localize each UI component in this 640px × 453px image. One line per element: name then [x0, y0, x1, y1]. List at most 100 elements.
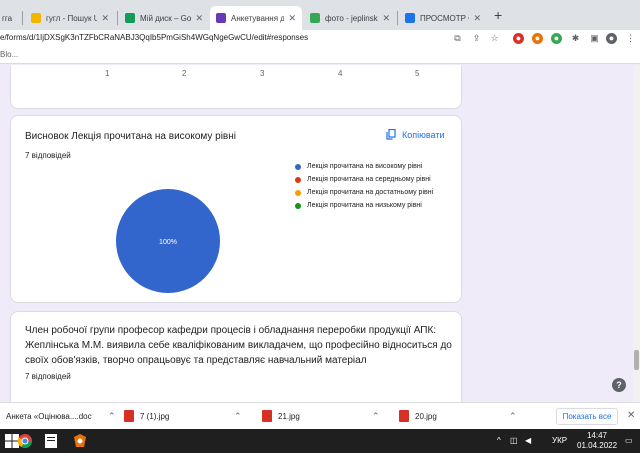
- scrollbar[interactable]: [633, 65, 640, 402]
- tab-label: гга: [2, 13, 13, 23]
- question-title-line: Член робочої групи професор кафедри проц…: [25, 325, 437, 336]
- extension-green-icon[interactable]: ●: [551, 33, 562, 44]
- download-item[interactable]: 21.jpg ⌃: [262, 408, 382, 424]
- legend-item: Лекція прочитана на середньому рівні: [295, 176, 431, 183]
- bookmarks-bar: Blo...: [0, 48, 640, 64]
- file-icon: [262, 410, 272, 422]
- copy-label: Копіювати: [402, 129, 445, 140]
- bookmark-item[interactable]: Blo...: [0, 50, 18, 59]
- pie-slice-label: 100%: [159, 239, 177, 246]
- app-shield-icon[interactable]: [72, 433, 88, 449]
- url-field[interactable]: e/forms/d/1IjDXSgK3nTZFbCRaNABJ3QqIb5PmG…: [0, 33, 308, 42]
- tab-label: гугл - Пошук UK: [46, 13, 98, 23]
- legend-label: Лекція прочитана на середньому рівні: [307, 176, 431, 183]
- help-icon[interactable]: ?: [612, 378, 626, 392]
- close-icon[interactable]: ✕: [627, 410, 635, 421]
- download-item[interactable]: 20.jpg ⌃: [399, 408, 519, 424]
- axis-tick: 1: [105, 69, 110, 78]
- notifications-icon[interactable]: ▭: [625, 436, 633, 445]
- clock[interactable]: 14:47 01.04.2022: [577, 431, 617, 451]
- legend-item: Лекція прочитана на високому рівні: [295, 163, 422, 170]
- download-filename: Анкета «Оцінюва....doc: [6, 411, 92, 421]
- sidepanel-icon[interactable]: ▣: [589, 33, 600, 44]
- close-icon[interactable]: ✕: [473, 13, 481, 24]
- close-icon[interactable]: ✕: [101, 13, 109, 24]
- legend-label: Лекція прочитана на низькому рівні: [307, 202, 422, 209]
- volume-icon[interactable]: ◀: [525, 436, 531, 445]
- axis-tick: 5: [415, 69, 420, 78]
- menu-kebab-icon[interactable]: ⋮: [625, 33, 636, 44]
- language-indicator[interactable]: УКР: [552, 436, 567, 445]
- tab-label: Анкетування да: [231, 13, 285, 23]
- legend-swatch: [295, 189, 301, 196]
- extensions-puzzle-icon[interactable]: ✱: [570, 33, 581, 44]
- question-title: Висновок Лекція прочитана на високому рі…: [25, 131, 236, 142]
- tab-3[interactable]: Мій диск – Goog ✕: [119, 6, 209, 30]
- download-item[interactable]: Анкета «Оцінюва....doc ⌃: [6, 408, 116, 424]
- previous-chart-card: 1 2 3 4 5: [10, 65, 462, 109]
- tab-4-active[interactable]: Анкетування да ✕: [210, 6, 302, 30]
- close-icon[interactable]: ✕: [382, 13, 390, 24]
- response-count: 7 відповідей: [25, 372, 71, 381]
- tab-strip: гга гугл - Пошук UK ✕ Мій диск – Goog ✕ …: [0, 0, 640, 30]
- legend-item: Лекція прочитана на достатньому рівні: [295, 189, 433, 196]
- form-responses-area: 1 2 3 4 5 Висновок Лекція прочитана на в…: [0, 65, 640, 402]
- download-filename: 7 (1).jpg: [140, 411, 170, 421]
- close-icon[interactable]: ✕: [288, 13, 296, 24]
- tab-label: фото - jeplinska@: [325, 13, 378, 23]
- translate-icon[interactable]: ⧉: [452, 33, 463, 44]
- tray-chevron-icon[interactable]: ^: [497, 436, 501, 445]
- show-all-downloads-button[interactable]: Показать все: [556, 408, 618, 425]
- tab-label: Мій диск – Goog: [140, 13, 192, 23]
- file-explorer-icon[interactable]: [43, 433, 59, 449]
- copy-button[interactable]: Копіювати: [386, 129, 445, 140]
- chrome-icon[interactable]: [16, 433, 34, 449]
- avatar[interactable]: ●: [606, 33, 617, 44]
- photos-icon: [310, 13, 320, 23]
- clock-date: 01.04.2022: [577, 441, 618, 450]
- address-bar: e/forms/d/1IjDXSgK3nTZFbCRaNABJ3QqIb5PmG…: [0, 30, 640, 48]
- pie-chart: 100%: [116, 189, 220, 293]
- close-icon[interactable]: ✕: [195, 13, 203, 24]
- legend-item: Лекція прочитана на низькому рівні: [295, 202, 422, 209]
- axis-tick: 3: [260, 69, 265, 78]
- download-filename: 21.jpg: [278, 411, 300, 421]
- network-icon[interactable]: ◫: [510, 436, 518, 445]
- download-item[interactable]: 7 (1).jpg ⌃: [124, 408, 244, 424]
- page-icon: [405, 13, 415, 23]
- question-card-1: Висновок Лекція прочитана на високому рі…: [10, 115, 462, 303]
- tab-5[interactable]: фото - jeplinska@ ✕: [304, 6, 396, 30]
- legend-swatch: [295, 202, 301, 209]
- file-icon: [399, 410, 409, 422]
- windows-taskbar: ^ ◫ ◀ УКР 14:47 01.04.2022 ▭: [0, 429, 640, 453]
- tab-2[interactable]: гугл - Пошук UK ✕: [25, 6, 115, 30]
- chevron-up-icon[interactable]: ⌃: [234, 411, 242, 422]
- axis-tick: 2: [182, 69, 187, 78]
- extension-red-icon[interactable]: ●: [513, 33, 524, 44]
- forms-icon: [216, 13, 226, 23]
- legend-label: Лекція прочитана на високому рівні: [307, 163, 423, 170]
- legend-label: Лекція прочитана на достатньому рівні: [307, 189, 434, 196]
- chevron-up-icon[interactable]: ⌃: [108, 411, 116, 422]
- legend-swatch: [295, 176, 301, 183]
- new-tab-button[interactable]: +: [494, 7, 502, 23]
- extension-orange-icon[interactable]: ●: [532, 33, 543, 44]
- legend-swatch: [295, 163, 301, 170]
- chevron-up-icon[interactable]: ⌃: [372, 411, 380, 422]
- question-card-2: Член робочої групи професор кафедри проц…: [10, 311, 462, 402]
- bookmark-star-icon[interactable]: ☆: [489, 33, 500, 44]
- scroll-thumb[interactable]: [634, 350, 639, 370]
- tab-1[interactable]: гга: [0, 6, 18, 30]
- drive-icon: [125, 13, 135, 23]
- axis-tick: 4: [338, 69, 343, 78]
- tab-6[interactable]: ПРОСМОТР ФАЙ ✕: [399, 6, 487, 30]
- download-filename: 20.jpg: [415, 411, 437, 421]
- tab-label: ПРОСМОТР ФАЙ: [420, 13, 469, 23]
- file-icon: [124, 410, 134, 422]
- clock-time: 14:47: [586, 431, 608, 440]
- chevron-up-icon[interactable]: ⌃: [509, 411, 517, 422]
- response-count: 7 відповідей: [25, 151, 71, 160]
- question-title-line: Жеплінська М.М. виявила себе кваліфікова…: [25, 340, 452, 351]
- question-title-line: своїх обов'язків, творчо опрацьовує та п…: [25, 355, 367, 366]
- share-icon[interactable]: ⇪: [471, 33, 482, 44]
